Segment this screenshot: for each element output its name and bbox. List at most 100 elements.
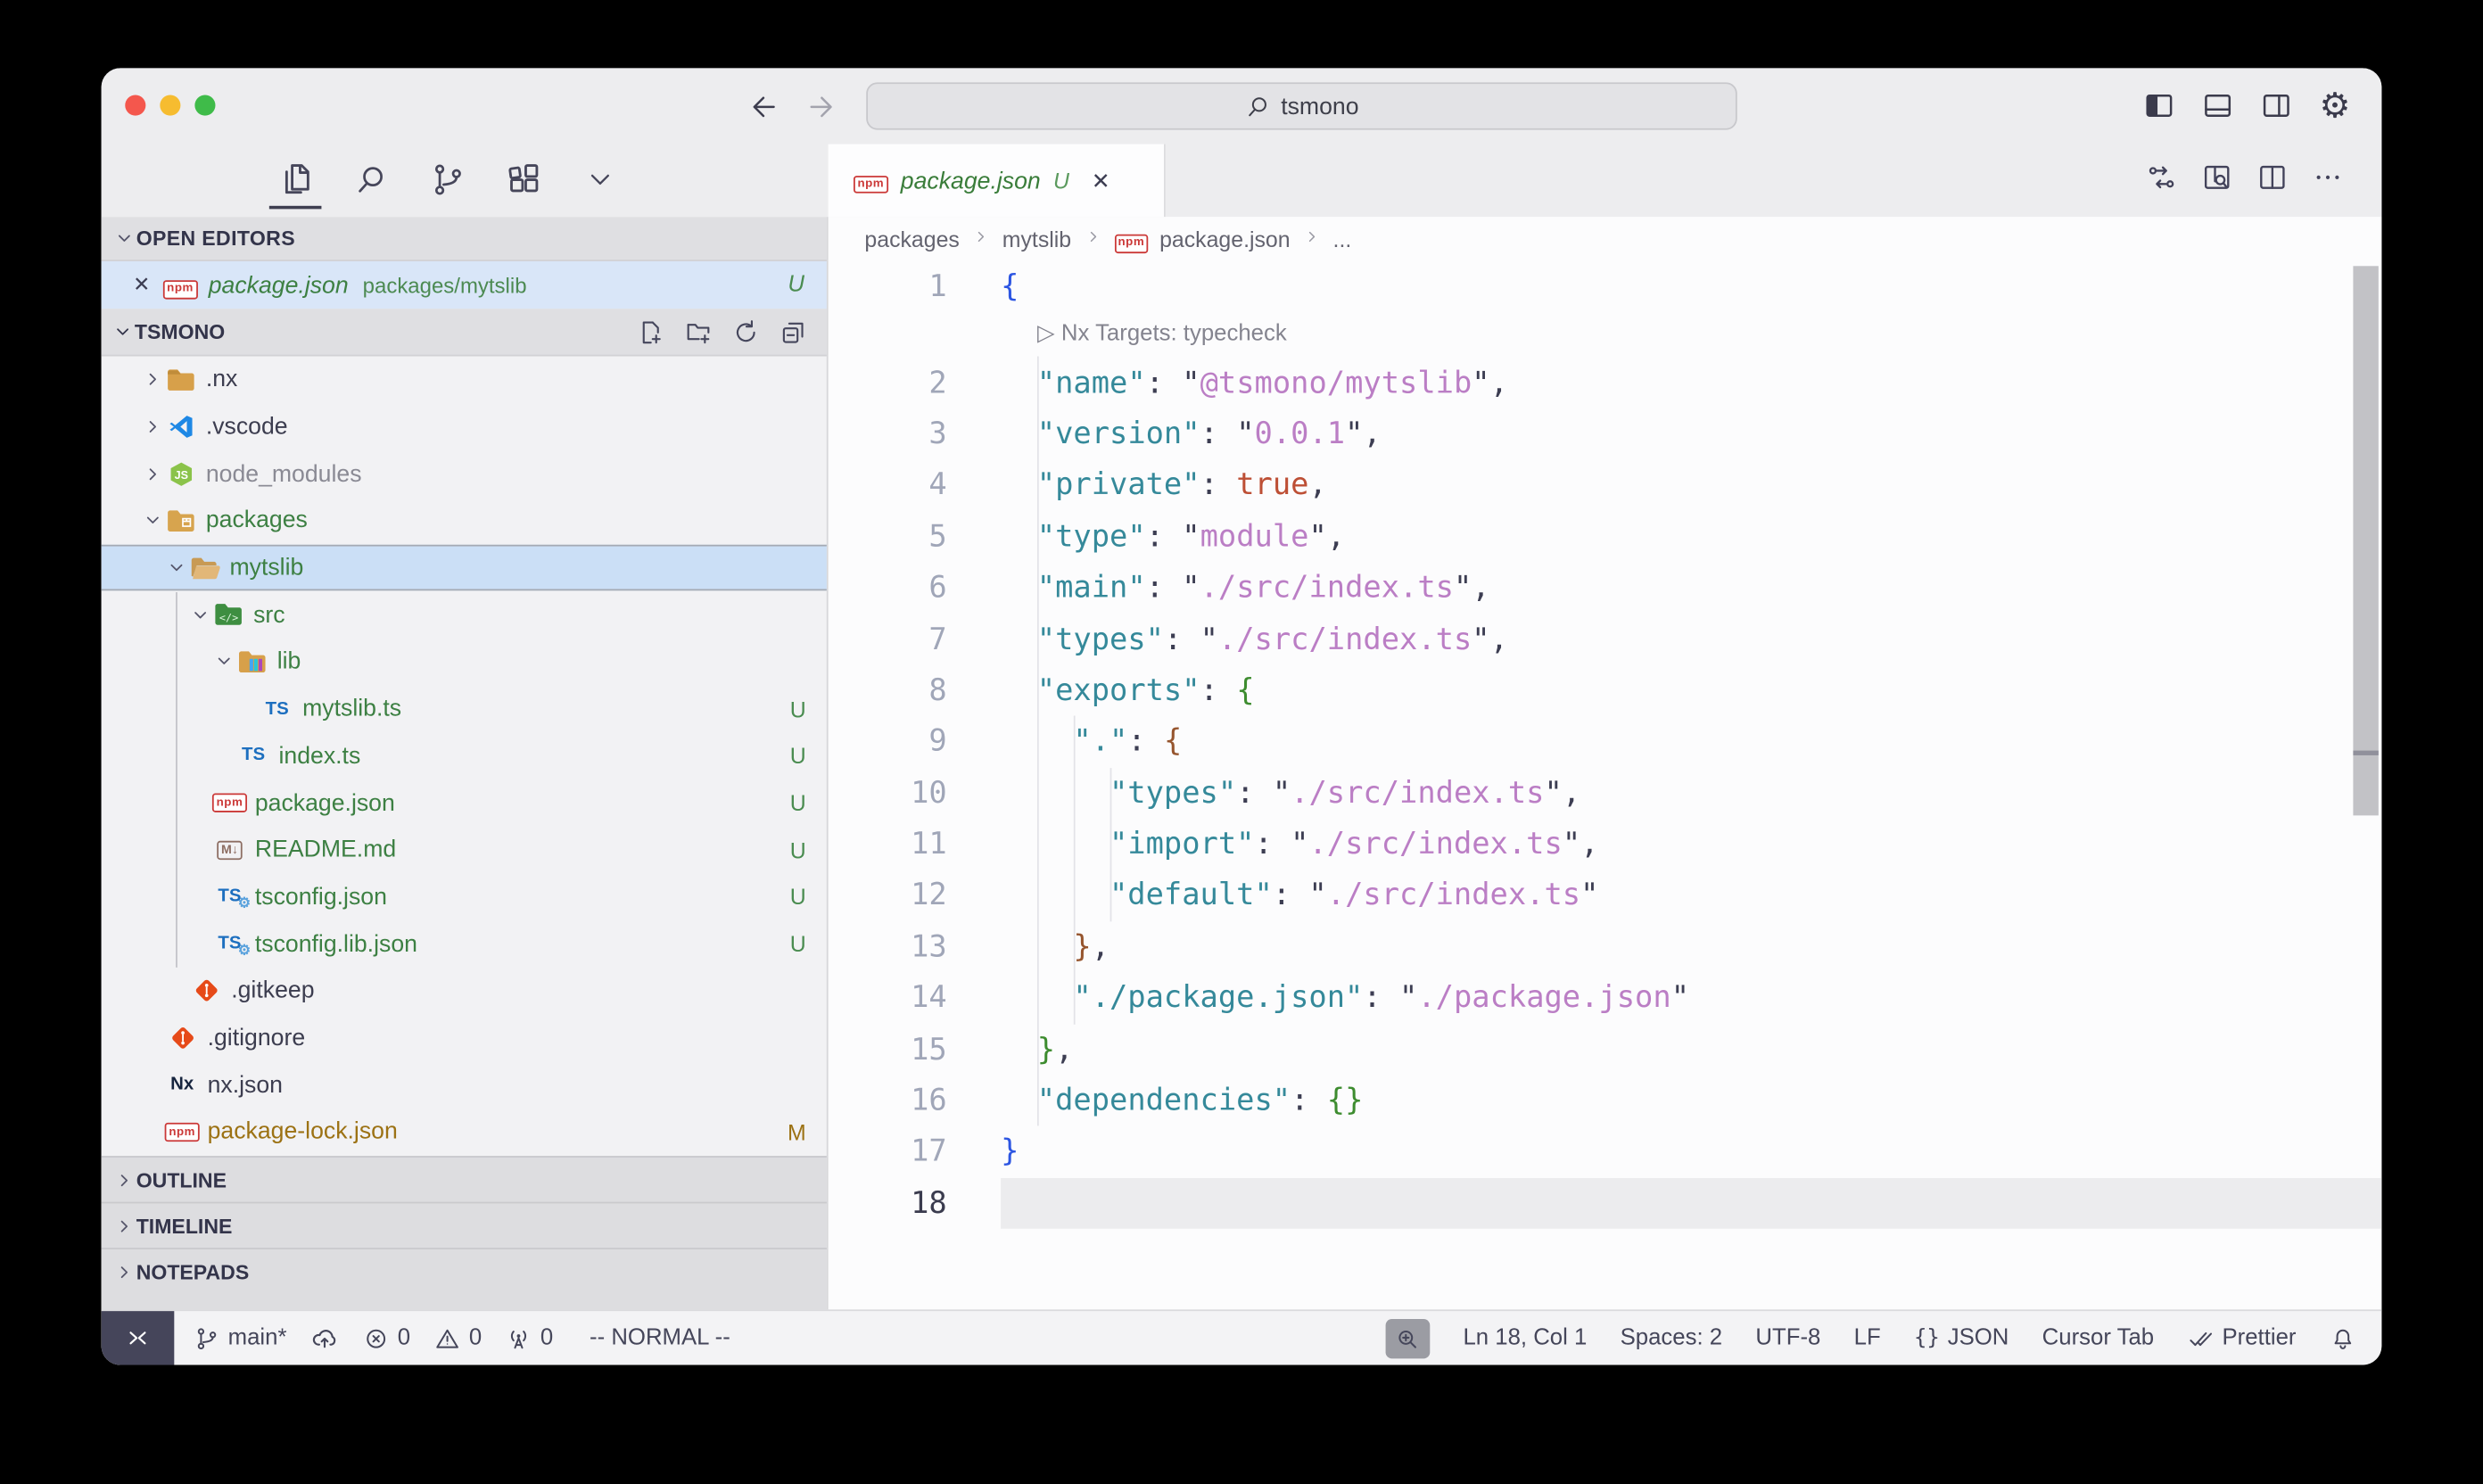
vim-mode-label: -- NORMAL -- bbox=[590, 1325, 730, 1350]
open-editor-item[interactable]: ✕ npm package.json packages/mytslib U bbox=[102, 261, 827, 309]
code-line-8[interactable]: 8 "exports": { bbox=[829, 664, 2382, 716]
status-cursor-position[interactable]: Ln 18, Col 1 bbox=[1463, 1325, 1587, 1350]
code-line-18[interactable]: 18 bbox=[829, 1177, 2382, 1229]
tree-item-mytslib[interactable]: mytslib bbox=[102, 544, 827, 591]
tree-item--nx[interactable]: .nx bbox=[102, 356, 827, 403]
status-eol[interactable]: LF bbox=[1854, 1325, 1881, 1350]
layout-sidebar-left-icon[interactable] bbox=[2138, 84, 2181, 127]
panel-notepads[interactable]: NOTEPADS bbox=[102, 1248, 827, 1293]
forward-arrow-icon[interactable] bbox=[801, 87, 839, 126]
npm-icon: npm bbox=[214, 788, 246, 817]
code-line-9[interactable]: 9 ".": { bbox=[829, 716, 2382, 768]
status-indentation[interactable]: Spaces: 2 bbox=[1621, 1325, 1723, 1350]
tab-package-json[interactable]: npm package.json U ✕ bbox=[829, 144, 1166, 218]
tree-item-package-lock-json[interactable]: npm package-lock.jsonM bbox=[102, 1109, 827, 1156]
breadcrumb-item[interactable]: mytslib bbox=[1002, 227, 1071, 251]
activity-extensions-icon[interactable] bbox=[504, 151, 543, 208]
codelens-nx-targets[interactable]: ▷ Nx Targets: typecheck bbox=[829, 312, 2382, 357]
maximize-window-button[interactable] bbox=[194, 95, 215, 116]
status-formatter[interactable]: Prettier bbox=[2187, 1324, 2296, 1351]
code-line-11[interactable]: 11 "import": "./src/index.ts", bbox=[829, 819, 2382, 870]
panel-label: NOTEPADS bbox=[136, 1259, 250, 1283]
chevron-down-icon bbox=[187, 603, 212, 627]
activity-chevron-down-icon[interactable] bbox=[580, 151, 619, 208]
split-editor-icon[interactable] bbox=[2252, 157, 2293, 198]
code-editor[interactable]: 1{▷ Nx Targets: typecheck2 "name": "@tsm… bbox=[829, 261, 2382, 1311]
tree-item-tsconfig-lib-json[interactable]: TS⚙ tsconfig.lib.jsonU bbox=[102, 920, 827, 968]
layout-panel-icon[interactable] bbox=[2197, 84, 2240, 127]
remote-indicator[interactable] bbox=[102, 1311, 175, 1364]
status-encoding[interactable]: UTF-8 bbox=[1755, 1325, 1820, 1350]
close-window-button[interactable] bbox=[125, 95, 145, 116]
ellipsis-icon[interactable] bbox=[2307, 157, 2348, 198]
code-line-13[interactable]: 13 }, bbox=[829, 921, 2382, 973]
code-line-7[interactable]: 7 "types": "./src/index.ts", bbox=[829, 614, 2382, 665]
status-warnings[interactable]: 0 bbox=[434, 1324, 482, 1351]
breadcrumb-item[interactable]: package.json bbox=[1159, 227, 1291, 251]
cloud-upload-icon bbox=[310, 1323, 339, 1352]
code-line-16[interactable]: 16 "dependencies": {} bbox=[829, 1075, 2382, 1126]
tree-item-tsconfig-json[interactable]: TS⚙ tsconfig.jsonU bbox=[102, 873, 827, 920]
tree-item--gitignore[interactable]: .gitignore bbox=[102, 1014, 827, 1061]
command-center-search[interactable]: tsmono bbox=[866, 82, 1737, 129]
new-folder-icon[interactable] bbox=[684, 317, 713, 346]
tree-item-mytslib-ts[interactable]: TS mytslib.tsU bbox=[102, 685, 827, 732]
tree-item-index-ts[interactable]: TS index.tsU bbox=[102, 732, 827, 779]
explorer-header[interactable]: TSMONO bbox=[102, 309, 827, 356]
activity-source-control-icon[interactable] bbox=[427, 151, 466, 208]
tree-item-lib[interactable]: lib bbox=[102, 639, 827, 686]
close-icon[interactable]: ✕ bbox=[133, 272, 150, 297]
back-arrow-icon[interactable] bbox=[744, 87, 782, 126]
open-preview-icon[interactable] bbox=[2197, 157, 2238, 198]
code-line-6[interactable]: 6 "main": "./src/index.ts", bbox=[829, 562, 2382, 614]
breadcrumb-item[interactable]: ... bbox=[1333, 227, 1352, 251]
current-line-highlight bbox=[1001, 1177, 2381, 1229]
activity-search-icon[interactable] bbox=[351, 151, 391, 208]
tree-item-README-md[interactable]: M↓ README.mdU bbox=[102, 827, 827, 874]
status-git-branch[interactable]: main* bbox=[194, 1324, 287, 1351]
tree-item-nx-json[interactable]: Nx nx.json bbox=[102, 1061, 827, 1109]
status-vim-mode[interactable]: -- NORMAL -- bbox=[590, 1325, 730, 1350]
layout-sidebar-right-icon[interactable] bbox=[2255, 84, 2297, 127]
line-number: 10 bbox=[829, 775, 947, 810]
gear-icon[interactable]: ⚙ bbox=[2314, 84, 2356, 127]
breadcrumb-item[interactable]: packages bbox=[864, 227, 959, 251]
editor-scrollbar[interactable] bbox=[2353, 266, 2378, 815]
tab-close-icon[interactable]: ✕ bbox=[1092, 167, 1110, 194]
line-number: 13 bbox=[829, 929, 947, 964]
collapse-all-icon[interactable] bbox=[780, 317, 808, 346]
code-line-2[interactable]: 2 "name": "@tsmono/mytslib", bbox=[829, 357, 2382, 408]
code-line-14[interactable]: 14 "./package.json": "./package.json" bbox=[829, 972, 2382, 1024]
status-publish[interactable] bbox=[310, 1323, 339, 1352]
tree-item-package-json[interactable]: npm package.jsonU bbox=[102, 779, 827, 827]
status-cursor-tab[interactable]: Cursor Tab bbox=[2042, 1325, 2154, 1350]
tree-item-node-modules[interactable]: JS node_modules bbox=[102, 450, 827, 498]
tree-item-label: package-lock.json bbox=[208, 1118, 398, 1145]
status-ports[interactable]: 0 bbox=[506, 1324, 553, 1351]
code-line-4[interactable]: 4 "private": true, bbox=[829, 459, 2382, 511]
status-notifications[interactable] bbox=[2330, 1324, 2356, 1351]
tree-item-packages[interactable]: packages bbox=[102, 498, 827, 545]
panel-timeline[interactable]: TIMELINE bbox=[102, 1202, 827, 1248]
new-file-icon[interactable] bbox=[637, 317, 665, 346]
minimize-window-button[interactable] bbox=[160, 95, 180, 116]
tree-item-src[interactable]: </> src bbox=[102, 591, 827, 639]
refresh-icon[interactable] bbox=[731, 317, 760, 346]
code-line-5[interactable]: 5 "type": "module", bbox=[829, 511, 2382, 563]
open-editors-header[interactable]: OPEN EDITORS bbox=[102, 217, 827, 261]
tree-item--vscode[interactable]: .vscode bbox=[102, 403, 827, 450]
code-line-17[interactable]: 17} bbox=[829, 1126, 2382, 1178]
panel-outline[interactable]: OUTLINE bbox=[102, 1156, 827, 1201]
code-line-3[interactable]: 3 "version": "0.0.1", bbox=[829, 408, 2382, 460]
activity-explorer-icon[interactable] bbox=[276, 151, 315, 208]
code-line-15[interactable]: 15 }, bbox=[829, 1024, 2382, 1076]
tree-item-label: .nx bbox=[206, 367, 238, 393]
code-line-1[interactable]: 1{ bbox=[829, 261, 2382, 313]
status-zoom-indicator[interactable] bbox=[1385, 1318, 1430, 1357]
compare-changes-icon[interactable] bbox=[2141, 157, 2182, 198]
code-line-12[interactable]: 12 "default": "./src/index.ts" bbox=[829, 870, 2382, 921]
code-line-10[interactable]: 10 "types": "./src/index.ts", bbox=[829, 767, 2382, 819]
status-language-mode[interactable]: {}JSON bbox=[1914, 1325, 2009, 1350]
tree-item--gitkeep[interactable]: .gitkeep bbox=[102, 968, 827, 1015]
status-errors[interactable]: 0 bbox=[363, 1324, 410, 1351]
